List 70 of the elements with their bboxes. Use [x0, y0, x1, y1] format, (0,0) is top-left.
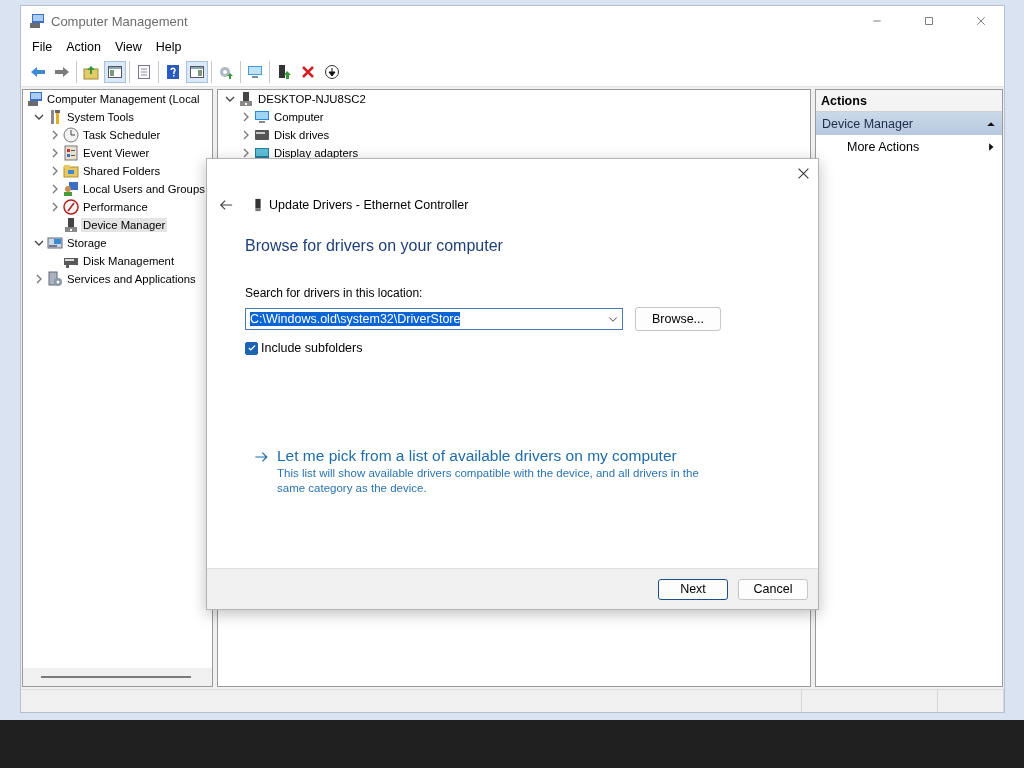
checkbox-label: Include subfolders — [261, 341, 363, 355]
tree-item[interactable]: Performance — [81, 200, 150, 214]
maximize-icon — [923, 15, 935, 27]
browse-button[interactable]: Browse... — [635, 307, 721, 331]
dialog-heading: Browse for drivers on your computer — [245, 237, 504, 255]
checkmark-icon — [246, 343, 257, 353]
section-title: Device Manager — [822, 116, 913, 131]
tree-item[interactable]: System Tools — [65, 110, 136, 124]
dialog-title: Update Drivers - Ethernet Controller — [269, 198, 469, 212]
tree-item[interactable]: Computer — [272, 110, 326, 124]
tree-item[interactable]: DESKTOP-NJU8SC2 — [256, 92, 368, 106]
properties-icon — [136, 64, 152, 80]
tree-item[interactable]: Disk drives — [272, 128, 332, 142]
folder-icon — [63, 163, 79, 179]
computer-icon — [27, 91, 43, 107]
field-label: Search for drivers in this location: — [245, 286, 424, 300]
close-icon — [975, 15, 987, 27]
back-arrow-icon — [30, 64, 46, 80]
actions-header: Actions — [816, 90, 1002, 112]
back-arrow-icon — [219, 198, 233, 212]
pick-driver-link[interactable]: Let me pick from a list of available drivers on my computer — [277, 447, 727, 465]
menu-item[interactable]: Action — [59, 38, 108, 56]
log-icon — [63, 145, 79, 161]
pane-button[interactable] — [104, 61, 126, 83]
monitor-icon — [254, 109, 270, 125]
dialog-button[interactable]: Cancel — [738, 578, 808, 600]
actions-section-header[interactable]: Device Manager — [816, 112, 1002, 135]
tree-item[interactable]: Display adapters — [272, 146, 361, 160]
export-icon — [218, 64, 234, 80]
pane-icon — [107, 64, 123, 80]
users-icon — [63, 181, 79, 197]
tree-item[interactable]: Services and Applications — [65, 272, 198, 286]
help-icon — [165, 64, 181, 80]
pane-icon — [189, 64, 205, 80]
selected-text: C:\Windows.old\system32\DriverStore — [250, 312, 461, 326]
gear-icon — [47, 271, 63, 287]
monitor-icon — [247, 64, 263, 80]
menu-item[interactable]: File — [25, 38, 60, 56]
action-label: More Actions — [847, 139, 920, 154]
menu-item[interactable]: Help — [148, 38, 189, 56]
storage-icon — [47, 235, 63, 251]
device-icon — [276, 64, 292, 80]
clock-icon — [63, 127, 79, 143]
forward-arrow-icon — [54, 64, 70, 80]
action-item[interactable]: More Actions — [816, 135, 1002, 158]
tree-item[interactable]: Local Users and Groups — [81, 182, 207, 196]
close-icon — [796, 166, 810, 180]
tree-item[interactable]: Storage — [65, 236, 109, 250]
pane-button[interactable] — [186, 61, 208, 83]
tree-item[interactable]: Computer Management (Local — [45, 92, 202, 106]
drive-icon — [254, 127, 270, 143]
tree-item[interactable]: Event Viewer — [81, 146, 152, 160]
download-icon — [324, 64, 340, 80]
delete-icon — [300, 64, 316, 80]
location-combobox[interactable]: C:\Windows.old\system32\DriverStore — [245, 308, 623, 330]
checkbox[interactable] — [245, 341, 258, 355]
device-icon — [63, 217, 79, 233]
horizontal-scrollbar[interactable] — [23, 668, 212, 686]
window-title: Computer Management — [51, 13, 189, 29]
dialog-button[interactable]: Next — [658, 578, 728, 600]
tree-item[interactable]: Task Scheduler — [81, 128, 163, 142]
tree-item[interactable]: Disk Management — [81, 254, 177, 268]
gauge-icon — [63, 199, 79, 215]
folder-icon — [83, 64, 99, 80]
menu-item[interactable]: View — [107, 38, 149, 56]
scrollbar-thumb[interactable] — [41, 676, 191, 678]
tree-item[interactable]: Device Manager — [81, 218, 168, 232]
computer-icon — [29, 13, 45, 29]
tree-item[interactable]: Shared Folders — [81, 164, 163, 178]
link-description: This list will show available drivers compatible with the device, and all drivers in the same category as the device. — [277, 466, 700, 496]
